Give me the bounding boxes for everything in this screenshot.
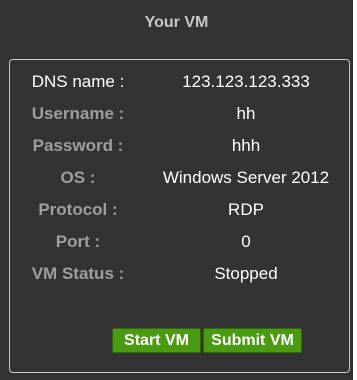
port-label: Port : xyxy=(55,232,101,251)
os-row: OS : Windows Server 2012 xyxy=(10,164,351,192)
dns-label: DNS name : xyxy=(31,72,125,91)
protocol-row: Protocol : RDP xyxy=(10,196,351,224)
username-label: Username : xyxy=(31,104,125,123)
password-row: Password : hhh xyxy=(10,132,351,160)
submit-vm-button[interactable]: Submit VM xyxy=(203,328,302,353)
password-label: Password : xyxy=(32,136,124,155)
password-value: hhh xyxy=(231,136,261,155)
username-row: Username : hh xyxy=(10,100,351,128)
vm-status-label: VM Status : xyxy=(31,264,125,283)
dns-value: 123.123.123.333 xyxy=(182,72,310,91)
start-vm-button[interactable]: Start VM xyxy=(112,328,201,353)
username-value: hh xyxy=(236,104,256,123)
protocol-label: Protocol : xyxy=(38,200,118,219)
vm-status-row: VM Status : Stopped xyxy=(10,260,351,288)
vm-status-value: Stopped xyxy=(214,264,278,283)
port-row: Port : 0 xyxy=(10,228,351,256)
os-value: Windows Server 2012 xyxy=(162,168,330,187)
panel-title: Your VM xyxy=(144,14,209,31)
port-value: 0 xyxy=(241,232,251,251)
os-label: OS : xyxy=(60,168,96,187)
protocol-value: RDP xyxy=(228,200,264,219)
vm-panel: Your VM DNS name : 123.123.123.333 Usern… xyxy=(0,0,353,380)
vm-info-box: DNS name : 123.123.123.333 Username : hh… xyxy=(9,59,350,373)
dns-row: DNS name : 123.123.123.333 xyxy=(10,68,351,96)
